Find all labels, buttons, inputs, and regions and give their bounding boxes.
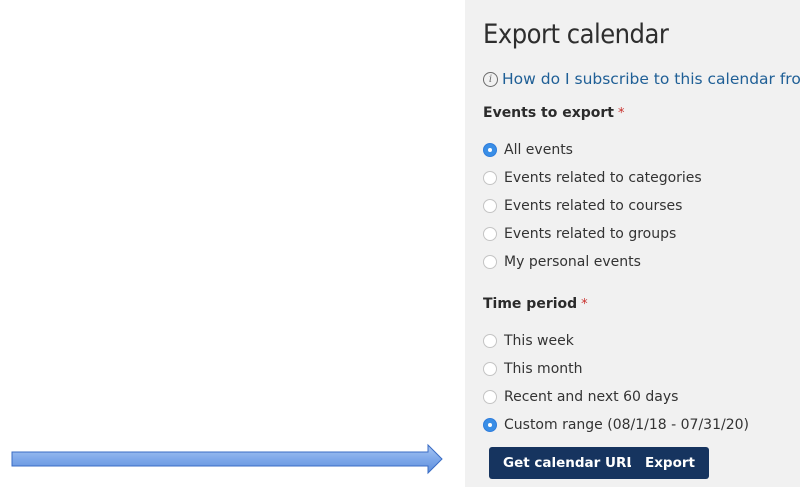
page-title: Export calendar (483, 19, 669, 50)
radio-events-categories[interactable]: Events related to categories (483, 170, 702, 186)
export-calendar-panel: Export calendar i How do I subscribe to … (465, 0, 800, 487)
radio-label: Events related to groups (504, 226, 677, 242)
radio-personal-events[interactable]: My personal events (483, 254, 641, 270)
radio-events-courses[interactable]: Events related to courses (483, 198, 682, 214)
radio-custom-range[interactable]: Custom range (08/1/18 - 07/31/20) (483, 417, 749, 433)
radio-label: This week (504, 333, 574, 349)
radio-label: Recent and next 60 days (504, 389, 679, 405)
radio-events-groups[interactable]: Events related to groups (483, 226, 676, 242)
required-indicator: * (618, 106, 625, 121)
radio-label: Events related to courses (504, 198, 683, 214)
events-to-export-label-text: Events to export (483, 105, 614, 121)
radio-button[interactable] (483, 255, 497, 269)
radio-button[interactable] (483, 171, 497, 185)
radio-this-week[interactable]: This week (483, 333, 574, 349)
radio-recent-next-60-days[interactable]: Recent and next 60 days (483, 389, 678, 405)
radio-label: This month (504, 361, 583, 377)
events-to-export-label: Events to export * (483, 105, 625, 121)
radio-label: All events (504, 142, 573, 158)
radio-button[interactable] (483, 390, 497, 404)
subscribe-help-link[interactable]: i How do I subscribe to this calendar fr… (483, 70, 800, 88)
info-circle-icon: i (483, 71, 498, 87)
radio-button[interactable] (483, 334, 497, 348)
export-button[interactable]: Export (631, 447, 709, 479)
radio-button[interactable] (483, 362, 497, 376)
radio-all-events[interactable]: All events (483, 142, 573, 158)
radio-button-checked[interactable] (483, 418, 497, 432)
get-calendar-url-button[interactable]: Get calendar URL (489, 447, 649, 479)
radio-button-checked[interactable] (483, 143, 497, 157)
time-period-label-text: Time period (483, 296, 578, 312)
radio-button[interactable] (483, 199, 497, 213)
screenshot-stage: Export calendar i How do I subscribe to … (0, 0, 800, 487)
required-indicator: * (581, 297, 588, 312)
radio-label: Custom range (08/1/18 - 07/31/20) (504, 417, 749, 433)
time-period-label: Time period * (483, 296, 588, 312)
subscribe-help-link-text: How do I subscribe to this calendar from (502, 70, 800, 88)
radio-label: My personal events (504, 254, 641, 270)
radio-this-month[interactable]: This month (483, 361, 583, 377)
radio-button[interactable] (483, 227, 497, 241)
radio-label: Events related to categories (504, 170, 702, 186)
